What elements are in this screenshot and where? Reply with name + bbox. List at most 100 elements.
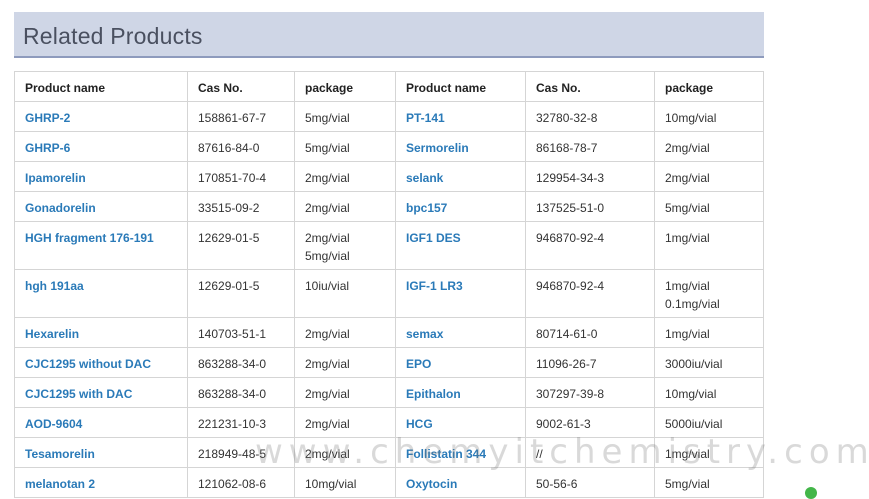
- product-link[interactable]: melanotan 2: [25, 477, 95, 491]
- product-link[interactable]: CJC1295 without DAC: [25, 357, 151, 371]
- product-name-cell: bpc157: [395, 191, 526, 222]
- package-cell: 2mg/vial: [654, 131, 764, 162]
- product-link[interactable]: Hexarelin: [25, 327, 79, 341]
- status-dot-icon: [805, 487, 817, 499]
- related-products-header: Related Products: [14, 12, 764, 58]
- package-line: 2mg/vial: [305, 231, 350, 245]
- product-link[interactable]: AOD-9604: [25, 417, 82, 431]
- package-cell: 1mg/vial: [654, 221, 764, 270]
- cas-number-cell: 946870-92-4: [525, 269, 655, 318]
- package-line: 10mg/vial: [665, 111, 717, 125]
- package-line: 3000iu/vial: [665, 357, 723, 371]
- table-row: CJC1295 without DAC 863288-34-0 2mg/vial EP…: [14, 347, 764, 378]
- package-cell: 10mg/vial: [654, 377, 764, 408]
- table-row: Tesamorelin 218949-48-5 2mg/vial Follistati…: [14, 437, 764, 468]
- table-row: HGH fragment 176-191 12629-01-5 2mg/vial 5m…: [14, 221, 764, 270]
- product-link[interactable]: bpc157: [406, 201, 447, 215]
- package-line: 5mg/vial: [305, 111, 350, 125]
- cas-number-cell: 863288-34-0: [187, 347, 295, 378]
- product-name-cell: EPO: [395, 347, 526, 378]
- product-name-cell: CJC1295 without DAC: [14, 347, 188, 378]
- product-link[interactable]: IGF-1 LR3: [406, 279, 463, 293]
- table-header-row: Product name Cas No. package Product nam…: [14, 71, 764, 102]
- package-line: 5000iu/vial: [665, 417, 723, 431]
- product-link[interactable]: Follistatin 344: [406, 447, 486, 461]
- cas-number-cell: 129954-34-3: [525, 161, 655, 192]
- product-link[interactable]: Epithalon: [406, 387, 461, 401]
- product-link[interactable]: CJC1295 with DAC: [25, 387, 132, 401]
- product-name-cell: IGF1 DES: [395, 221, 526, 270]
- product-name-cell: HGH fragment 176-191: [14, 221, 188, 270]
- col-header-cas-no-2: Cas No.: [525, 71, 655, 102]
- product-link[interactable]: Tesamorelin: [25, 447, 95, 461]
- package-line: 5mg/vial: [305, 141, 350, 155]
- table-row: GHRP-2 158861-67-7 5mg/vial PT-141 32780-32-…: [14, 101, 764, 132]
- col-header-package-2: package: [654, 71, 764, 102]
- product-name-cell: Epithalon: [395, 377, 526, 408]
- cas-number-cell: 80714-61-0: [525, 317, 655, 348]
- package-line: 1mg/vial: [665, 231, 710, 245]
- product-link[interactable]: hgh 191aa: [25, 279, 84, 293]
- package-cell: 2mg/vial: [294, 161, 396, 192]
- cas-number-cell: 86168-78-7: [525, 131, 655, 162]
- package-line: 10mg/vial: [305, 477, 357, 491]
- package-cell: 1mg/vial 0.1mg/vial: [654, 269, 764, 318]
- cas-number-cell: 158861-67-7: [187, 101, 295, 132]
- product-link[interactable]: IGF1 DES: [406, 231, 461, 245]
- package-line: 2mg/vial: [305, 327, 350, 341]
- product-link[interactable]: Gonadorelin: [25, 201, 96, 215]
- product-link[interactable]: EPO: [406, 357, 431, 371]
- package-cell: 2mg/vial 5mg/vial: [294, 221, 396, 270]
- cas-number-cell: 218949-48-5: [187, 437, 295, 468]
- product-link[interactable]: HCG: [406, 417, 433, 431]
- product-name-cell: Sermorelin: [395, 131, 526, 162]
- package-cell: 2mg/vial: [294, 437, 396, 468]
- product-name-cell: Tesamorelin: [14, 437, 188, 468]
- product-link[interactable]: HGH fragment 176-191: [25, 231, 154, 245]
- section-title: Related Products: [23, 23, 203, 49]
- product-link[interactable]: selank: [406, 171, 443, 185]
- package-cell: 2mg/vial: [294, 377, 396, 408]
- product-link[interactable]: GHRP-2: [25, 111, 70, 125]
- cas-number-cell: 137525-51-0: [525, 191, 655, 222]
- table-row: Hexarelin 140703-51-1 2mg/vial semax 80714-6…: [14, 317, 764, 348]
- product-link[interactable]: GHRP-6: [25, 141, 70, 155]
- package-cell: 5mg/vial: [654, 191, 764, 222]
- col-header-product-name: Product name: [14, 71, 188, 102]
- package-line: 0.1mg/vial: [665, 297, 720, 311]
- col-header-package: package: [294, 71, 396, 102]
- product-link[interactable]: Ipamorelin: [25, 171, 86, 185]
- cas-number-cell: //: [525, 437, 655, 468]
- package-line: 2mg/vial: [305, 387, 350, 401]
- product-link[interactable]: PT-141: [406, 111, 445, 125]
- package-cell: 10mg/vial: [294, 467, 396, 498]
- package-cell: 5mg/vial: [654, 467, 764, 498]
- product-link[interactable]: Oxytocin: [406, 477, 457, 491]
- cas-number-cell: 87616-84-0: [187, 131, 295, 162]
- package-cell: 5mg/vial: [294, 101, 396, 132]
- package-line: 5mg/vial: [665, 477, 710, 491]
- package-line: 10iu/vial: [305, 279, 350, 293]
- package-cell: 2mg/vial: [294, 191, 396, 222]
- product-name-cell: CJC1295 with DAC: [14, 377, 188, 408]
- package-line: 2mg/vial: [665, 171, 710, 185]
- product-name-cell: PT-141: [395, 101, 526, 132]
- related-products-table: Product name Cas No. package Product nam…: [14, 71, 764, 498]
- package-line: 5mg/vial: [305, 249, 350, 263]
- table-row: hgh 191aa 12629-01-5 10iu/vial IGF-1 LR3 946…: [14, 269, 764, 318]
- cas-number-cell: 221231-10-3: [187, 407, 295, 438]
- package-cell: 10mg/vial: [654, 101, 764, 132]
- product-name-cell: AOD-9604: [14, 407, 188, 438]
- product-link[interactable]: Sermorelin: [406, 141, 469, 155]
- cas-number-cell: 9002-61-3: [525, 407, 655, 438]
- cas-number-cell: 32780-32-8: [525, 101, 655, 132]
- product-name-cell: HCG: [395, 407, 526, 438]
- package-cell: 5000iu/vial: [654, 407, 764, 438]
- package-cell: 2mg/vial: [294, 347, 396, 378]
- product-link[interactable]: semax: [406, 327, 443, 341]
- cas-number-cell: 863288-34-0: [187, 377, 295, 408]
- table-row: Ipamorelin 170851-70-4 2mg/vial selank 12995…: [14, 161, 764, 192]
- package-line: 10mg/vial: [665, 387, 717, 401]
- cas-number-cell: 121062-08-6: [187, 467, 295, 498]
- product-name-cell: Follistatin 344: [395, 437, 526, 468]
